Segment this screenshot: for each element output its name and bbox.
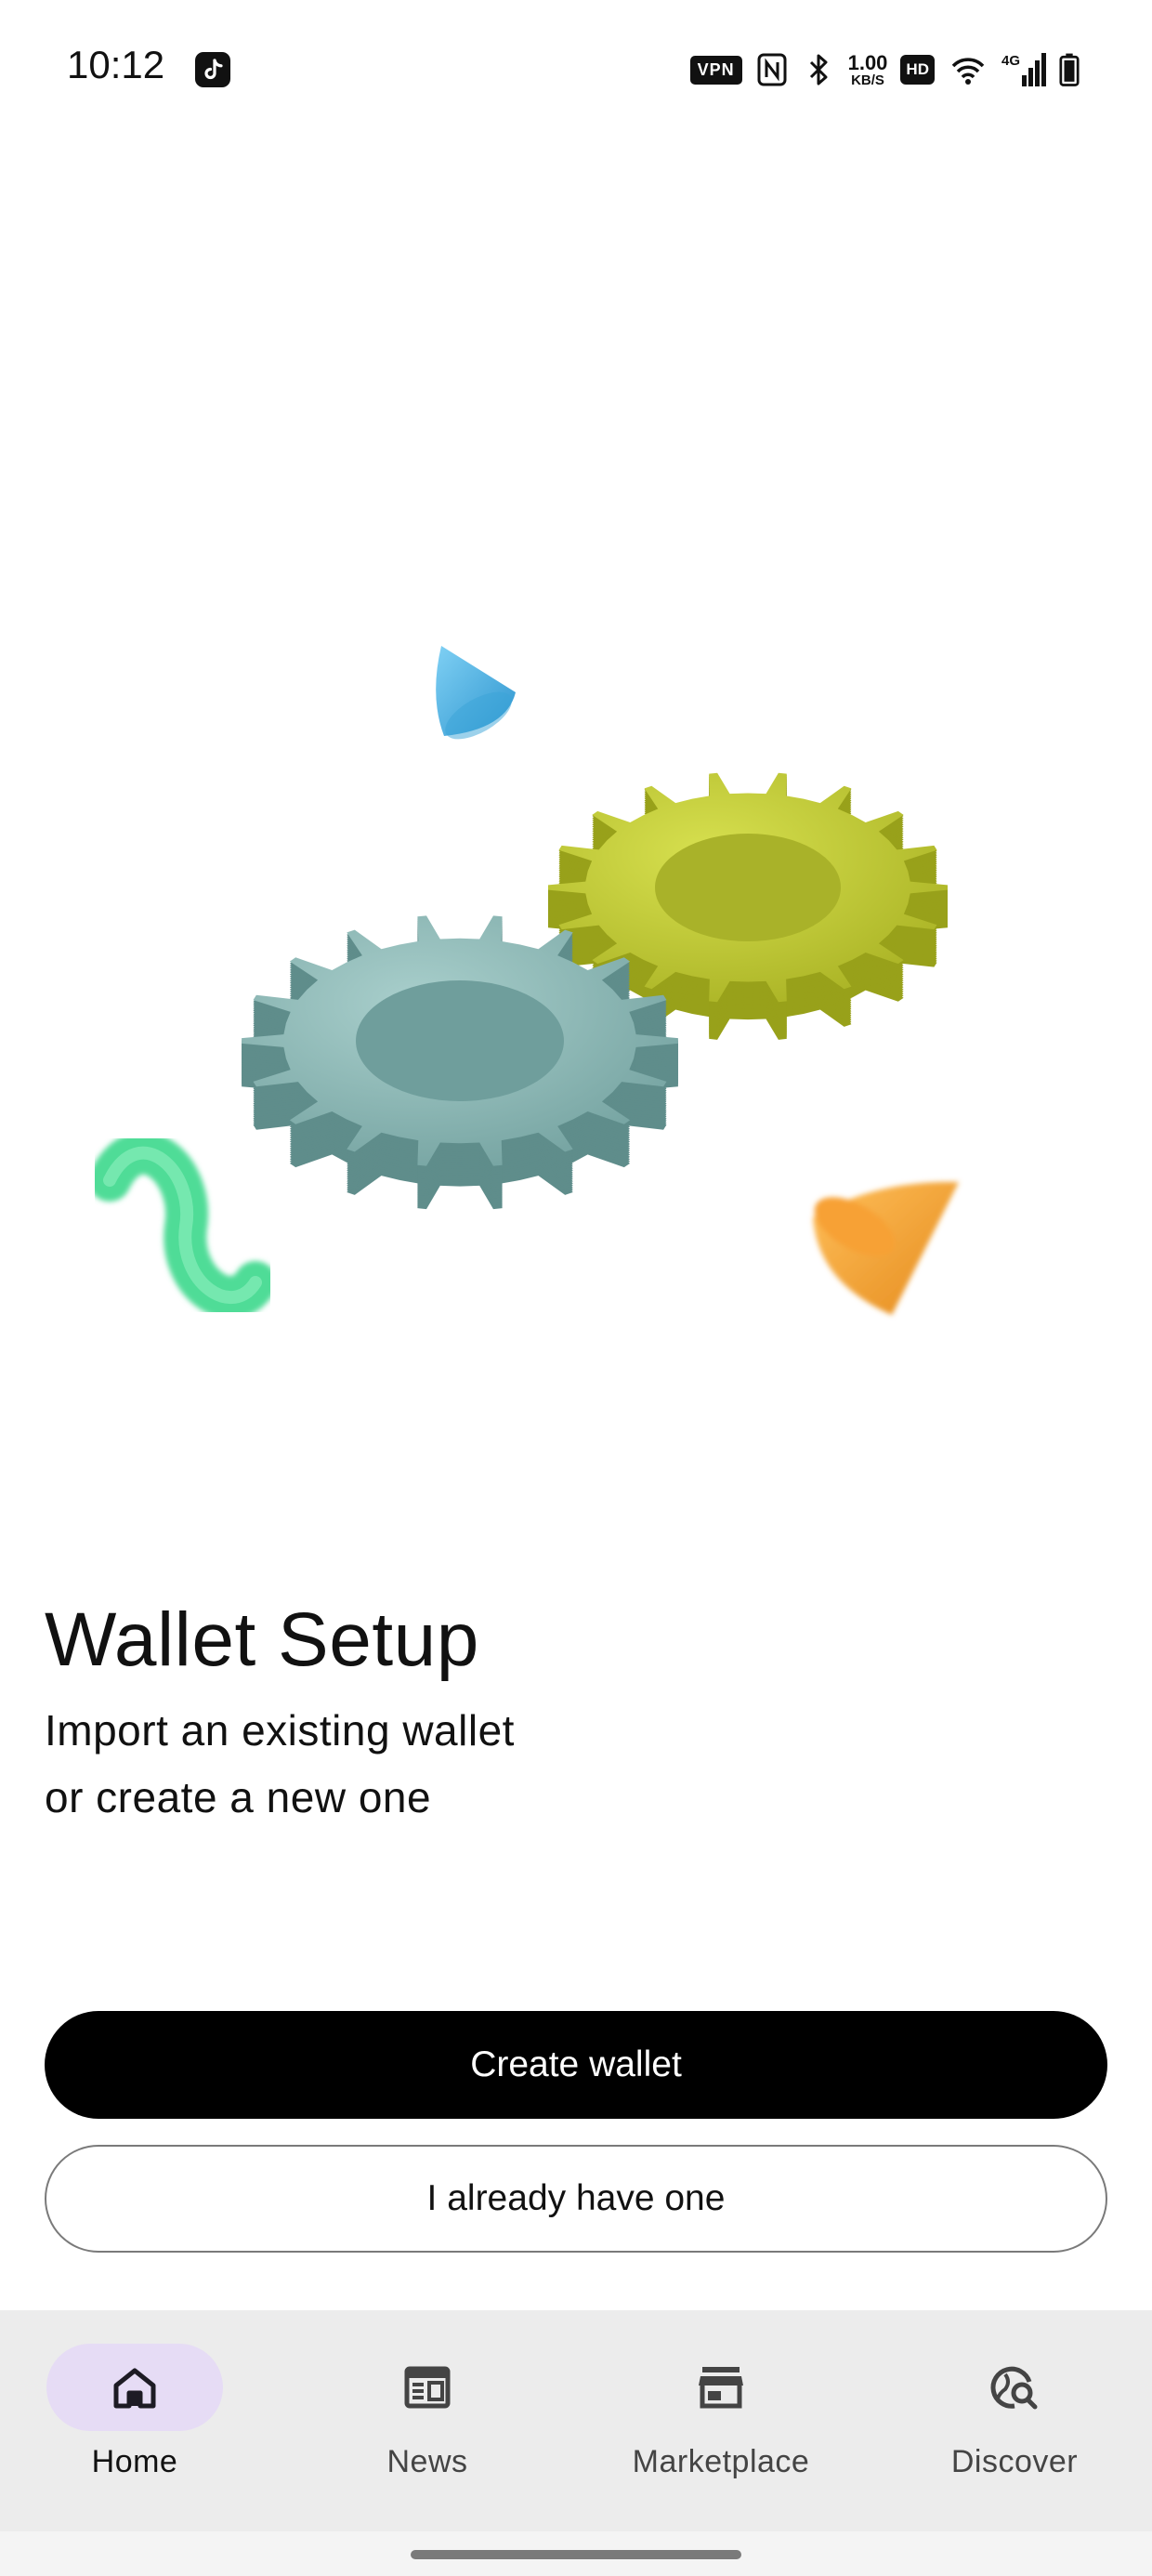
nav-label-discover: Discover — [950, 2444, 1079, 2479]
wifi-icon — [951, 58, 985, 85]
wallet-setup-illustration — [0, 576, 1152, 1413]
bottom-navigation: Home News Marketplace Discover — [0, 2310, 1152, 2531]
nav-label-home: Home — [91, 2444, 178, 2479]
signal-icon: 4G — [1001, 53, 1046, 86]
hd-badge: HD — [900, 55, 935, 85]
nav-item-news[interactable]: News — [297, 2344, 557, 2502]
news-icon — [404, 2366, 451, 2409]
nav-item-marketplace[interactable]: Marketplace — [591, 2344, 851, 2502]
nav-item-home[interactable]: Home — [5, 2344, 265, 2502]
gesture-area — [0, 2531, 1152, 2576]
vpn-badge: VPN — [689, 55, 742, 85]
gesture-bar[interactable] — [411, 2550, 741, 2559]
page-title: Wallet Setup — [45, 1597, 479, 1682]
nfc-icon — [757, 53, 787, 86]
status-bar: 10:12 VPN 1.00 KB/S HD 4G — [0, 0, 1152, 139]
create-wallet-button[interactable]: Create wallet — [45, 2011, 1107, 2119]
page-subtitle: Import an existing wallet or create a ne… — [45, 1706, 515, 1821]
nav-item-discover[interactable]: Discover — [884, 2344, 1145, 2502]
network-speed: 1.00 KB/S — [847, 50, 888, 88]
orange-cone-shape — [813, 1181, 959, 1315]
import-wallet-button[interactable]: I already have one — [45, 2145, 1107, 2253]
nav-label-marketplace: Marketplace — [632, 2444, 810, 2479]
discover-icon — [990, 2366, 1038, 2410]
store-icon — [699, 2367, 743, 2409]
tiktok-icon — [195, 52, 230, 87]
blue-cone-shape — [436, 646, 516, 740]
home-icon — [113, 2368, 156, 2409]
battery-icon — [1059, 53, 1080, 86]
nav-label-news: News — [386, 2444, 468, 2479]
status-time: 10:12 — [67, 43, 165, 86]
bluetooth-icon — [809, 54, 828, 85]
